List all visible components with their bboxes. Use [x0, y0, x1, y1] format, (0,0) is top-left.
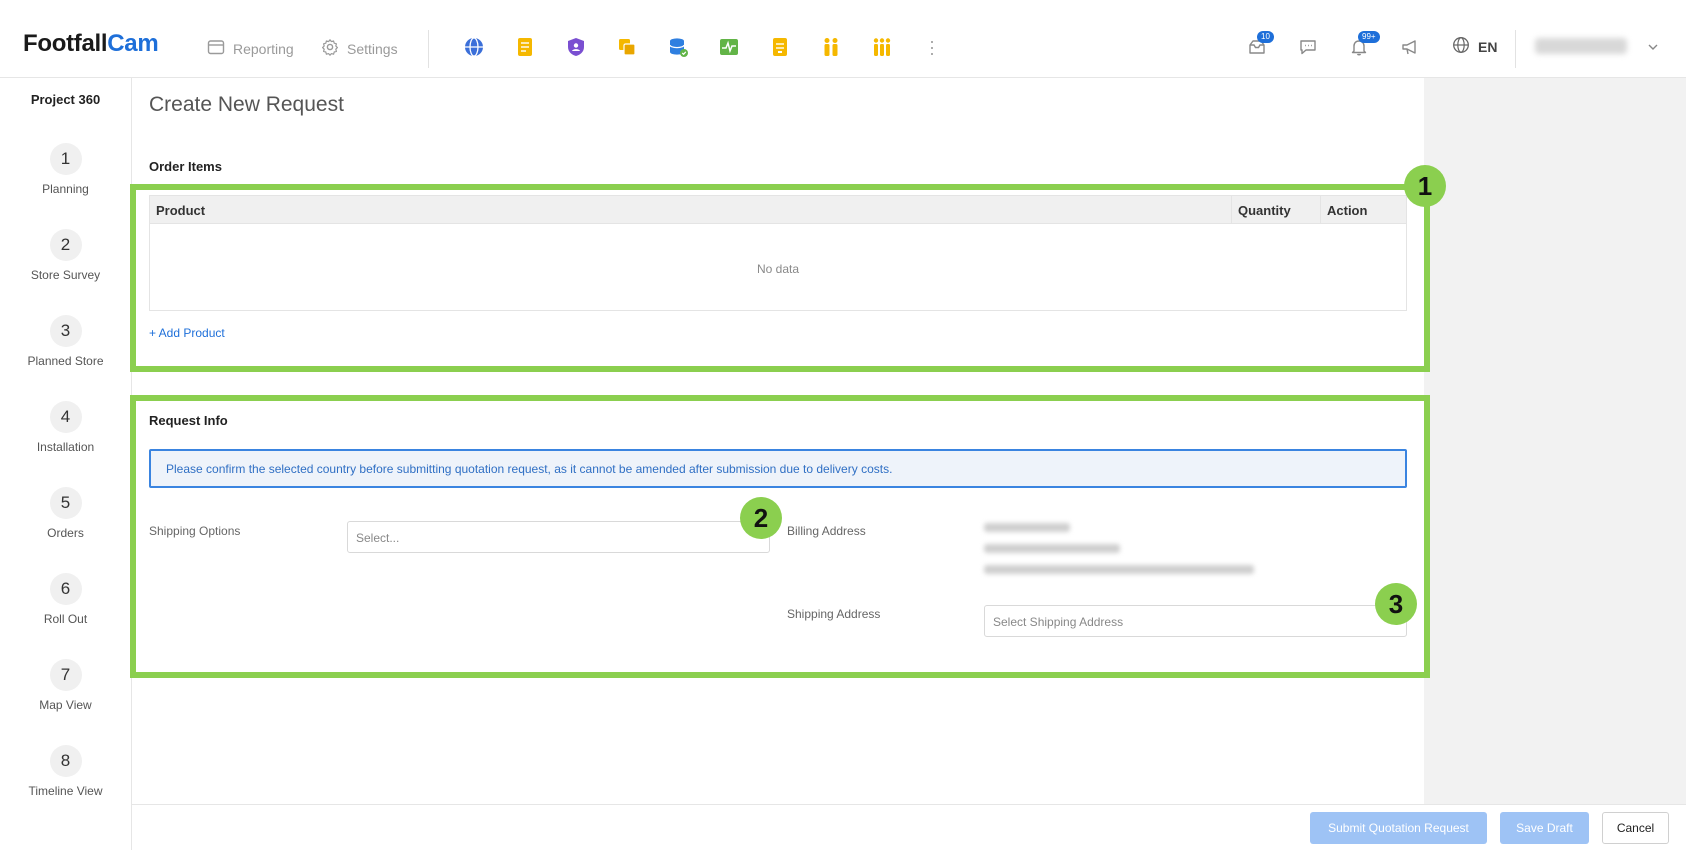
step-number: 6	[49, 573, 82, 605]
step-number: 3	[49, 315, 82, 347]
step-label: Store Survey	[30, 268, 101, 282]
project-title: Project 360	[30, 92, 101, 107]
step-label: Orders	[47, 526, 84, 540]
right-panel	[1424, 78, 1686, 804]
gear-icon	[321, 38, 339, 59]
step-number: 1	[49, 143, 82, 175]
header-divider-right	[1515, 30, 1516, 68]
nav-reporting-label: Reporting	[233, 40, 294, 57]
header-divider	[428, 30, 429, 68]
reporting-icon	[207, 38, 225, 59]
step-orders[interactable]: 5 Orders	[0, 487, 131, 540]
nav-settings[interactable]: Settings	[321, 38, 398, 59]
layers-app-icon[interactable]	[616, 36, 638, 58]
step-number: 8	[49, 745, 82, 777]
globe-icon	[1452, 36, 1470, 57]
annotation-marker-3: 3	[1375, 583, 1417, 625]
step-label: Installation	[36, 440, 95, 454]
step-number: 2	[49, 229, 82, 261]
page-title: Create New Request	[149, 93, 344, 116]
inbox-icon[interactable]: 10	[1247, 31, 1274, 57]
step-planned-store[interactable]: 3 Planned Store	[0, 315, 131, 368]
document-app-icon[interactable]	[514, 36, 536, 58]
project-sidebar: Project 360 1 Planning 2 Store Survey 3 …	[0, 78, 132, 850]
step-number: 5	[49, 487, 82, 519]
logo-text-cam: Cam	[107, 30, 159, 57]
save-draft-button[interactable]: Save Draft	[1500, 812, 1589, 844]
nav-settings-label: Settings	[347, 40, 398, 57]
highlight-order-items	[130, 184, 1430, 372]
people-app-icon[interactable]	[820, 36, 842, 58]
highlight-request-info	[130, 395, 1430, 678]
group-app-icon[interactable]	[871, 36, 893, 58]
step-map-view[interactable]: 7 Map View	[0, 659, 131, 712]
language-label: EN	[1478, 38, 1498, 55]
step-label: Timeline View	[28, 784, 103, 798]
more-apps-icon[interactable]: · · ·	[928, 32, 936, 62]
step-label: Map View	[39, 698, 92, 712]
order-items-title: Order Items	[149, 159, 222, 174]
step-timeline-view[interactable]: 8 Timeline View	[0, 745, 131, 798]
chat-icon[interactable]	[1298, 37, 1318, 57]
step-planning[interactable]: 1 Planning	[0, 143, 131, 196]
shield-app-icon[interactable]	[565, 36, 587, 58]
submit-quotation-button[interactable]: Submit Quotation Request	[1310, 812, 1487, 844]
annotation-marker-1: 1	[1404, 165, 1446, 207]
top-header: FootfallCam Reporting Settings · · · 10 …	[0, 0, 1686, 78]
database-app-icon[interactable]	[667, 36, 689, 58]
health-app-icon[interactable]	[718, 36, 740, 58]
step-label: Roll Out	[43, 612, 88, 626]
alerts-badge: 99+	[1358, 31, 1380, 43]
app-root: FootfallCam Reporting Settings · · · 10 …	[0, 0, 1686, 850]
step-roll-out[interactable]: 6 Roll Out	[0, 573, 131, 626]
bell-icon[interactable]: 99+	[1349, 31, 1380, 57]
step-label: Planning	[42, 182, 89, 196]
step-store-survey[interactable]: 2 Store Survey	[0, 229, 131, 282]
report-app-icon[interactable]	[769, 36, 791, 58]
step-number: 4	[49, 401, 82, 433]
footfallcam-logo[interactable]: FootfallCam	[23, 30, 159, 58]
user-name-blurred[interactable]	[1535, 38, 1627, 54]
step-installation[interactable]: 4 Installation	[0, 401, 131, 454]
globe-app-icon[interactable]	[463, 36, 485, 58]
chevron-down-icon[interactable]	[1647, 40, 1659, 52]
cancel-button[interactable]: Cancel	[1602, 812, 1669, 844]
megaphone-icon[interactable]	[1400, 37, 1420, 57]
nav-reporting[interactable]: Reporting	[207, 38, 294, 59]
inbox-badge: 10	[1257, 31, 1274, 43]
step-label: Planned Store	[27, 354, 104, 368]
logo-text-footfall: Footfall	[23, 30, 108, 57]
step-number: 7	[49, 659, 82, 691]
language-selector[interactable]: EN	[1452, 36, 1497, 57]
annotation-marker-2: 2	[740, 497, 782, 539]
